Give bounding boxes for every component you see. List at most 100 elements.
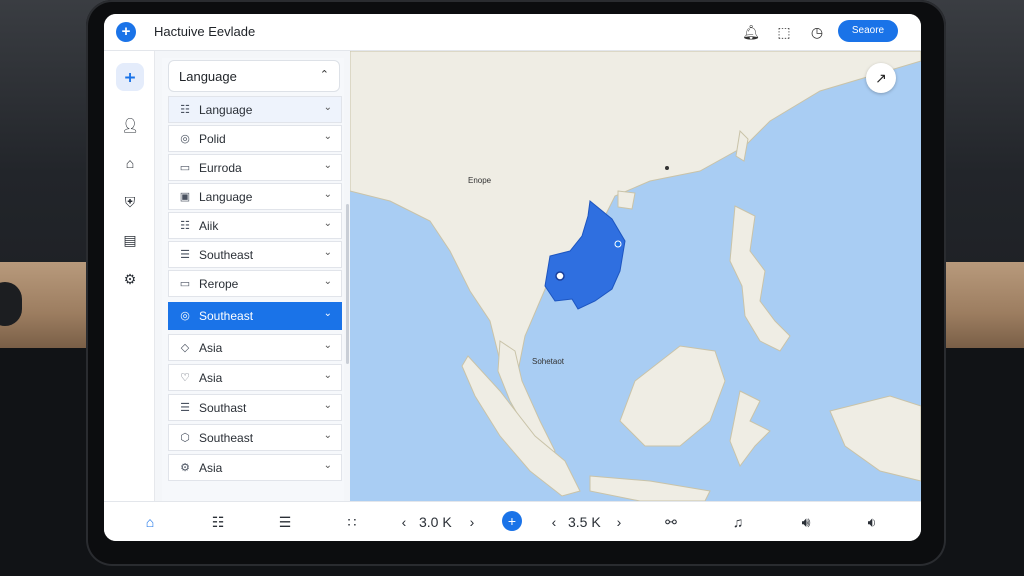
list-item-label: Polid (199, 132, 226, 146)
chevron-down-icon: ⌄ (323, 460, 332, 471)
highlight-marker (555, 271, 565, 281)
list-item[interactable]: ☰ Southeast ⌄ (168, 241, 342, 268)
list-item[interactable]: ⬡ Southeast ⌄ (168, 424, 342, 451)
map-label-south: Sohetaot (532, 357, 565, 366)
list-item[interactable]: ☰ Southast ⌄ (168, 394, 342, 421)
chevron-down-icon: ⌄ (323, 276, 332, 287)
chevron-down-icon: ⌄ (323, 160, 332, 171)
list-item[interactable]: ▣ Language ⌄ (168, 183, 342, 210)
chevron-up-icon: ⌃ (319, 69, 329, 81)
map-canvas (350, 51, 921, 501)
chevron-down-icon: ⌄ (323, 189, 332, 200)
doc-icon: ☰ (180, 249, 190, 261)
list-item-label: Southast (199, 401, 247, 415)
list-item[interactable]: ♡ Asia ⌄ (168, 364, 342, 391)
list-item-label: Southeast (199, 248, 254, 262)
home-icon[interactable]: ⌂ (140, 513, 160, 531)
grid-icon: ☷ (180, 220, 190, 232)
translate-icon: ☷ (180, 104, 190, 116)
list-item[interactable]: ☷ Language ⌄ (168, 96, 342, 123)
chevron-left-icon[interactable]: ‹ (394, 513, 414, 531)
rail-add-icon[interactable]: ➕︎ (116, 63, 144, 91)
list-item-label: Language (199, 103, 253, 117)
diamond-icon: ◇ (180, 342, 190, 354)
list-item[interactable]: ▭ Rerope ⌄ (168, 270, 342, 297)
globe-icon: ◎ (180, 310, 190, 322)
list-item-label: Asia (199, 341, 223, 355)
app-header: + Hactuive Eevlade 🔔︎ ⬚ ◷ Seaore (104, 14, 921, 51)
chevron-down-icon: ⌄ (323, 430, 332, 441)
pin-icon: ◎ (180, 133, 190, 145)
primary-action-button[interactable]: Seaore (838, 20, 898, 42)
hex-icon: ⬡ (180, 432, 190, 444)
chevron-right-icon[interactable]: › (462, 513, 482, 531)
heart-icon: ♡ (180, 372, 190, 384)
apps-grid-icon[interactable]: ☷ (208, 513, 228, 531)
list-item-label: Southeast (199, 431, 254, 445)
land-sulawesi (729, 390, 771, 468)
center-add-icon[interactable]: + (502, 511, 522, 531)
chevron-down-icon: ⌄ (323, 102, 332, 113)
chevron-down-icon: ⌄ (323, 400, 332, 411)
bottom-bar: ⌂ ☷ ☰ ∷ ‹ 3.0 K › + ‹ 3.5 K › ⚯ ♫ 🔊︎ 🔉︎ (104, 501, 921, 541)
app-logo-icon: + (116, 22, 136, 42)
card-icon: ▭ (179, 278, 191, 290)
value-right: 3.5 K (568, 514, 601, 530)
rail-settings-icon[interactable]: ⚙ (118, 267, 142, 291)
land-east-islands (829, 395, 921, 482)
chevron-down-icon: ⌄ (323, 218, 332, 229)
list-item[interactable]: ☷ Aiik ⌄ (168, 212, 342, 239)
chevron-down-icon: ⌄ (323, 340, 332, 351)
language-panel: Language ⌃ ☷ Language ⌄ ◎ Polid ⌄ ▭ Eurr… (162, 58, 344, 502)
app-title: Hactuive Eevlade (154, 24, 256, 39)
chevron-left-icon[interactable]: ‹ (544, 513, 564, 531)
rail-card-icon[interactable]: ▤ (118, 228, 142, 252)
screen-icon: ▭ (179, 162, 191, 174)
map-label-north: Enope (468, 176, 492, 185)
list-item-label: Southeast (199, 309, 254, 323)
panel-header-label: Language (179, 69, 237, 84)
list-item-label: Eurroda (199, 161, 242, 175)
list-item-label: Asia (199, 461, 223, 475)
chevron-down-icon: ⌄ (323, 131, 332, 142)
route-icon[interactable]: ∷ (342, 513, 362, 531)
map-view[interactable]: Enope Sohetaot ↗ (350, 51, 921, 501)
music-icon[interactable]: ♫ (728, 513, 748, 531)
list-item-label: Language (199, 190, 253, 204)
chevron-down-icon: ⌄ (323, 308, 332, 319)
clock-icon[interactable]: ◷ (807, 22, 827, 42)
land-java (589, 475, 711, 501)
bell-icon[interactable]: 🔔︎ (741, 22, 761, 42)
land-hainan (617, 190, 636, 210)
tablet-screen: + Hactuive Eevlade 🔔︎ ⬚ ◷ Seaore ➕︎ 👤︎ ⌂… (104, 14, 921, 541)
gear-icon: ⚙ (180, 462, 190, 474)
compass-arrow-icon[interactable]: ↗ (866, 63, 896, 93)
doc-icon: ☰ (180, 402, 190, 414)
document-icon[interactable]: ☰ (275, 513, 295, 531)
chevron-down-icon: ⌄ (323, 247, 332, 258)
screen-icon[interactable]: ⬚ (774, 22, 794, 42)
side-rail: ➕︎ 👤︎ ⌂ ⛨ ▤ ⚙ (104, 51, 155, 501)
link-icon[interactable]: ⚯ (661, 513, 681, 531)
panel-icon: ▣ (179, 191, 191, 203)
panel-scrollbar[interactable] (346, 204, 349, 364)
list-item-label: Asia (199, 371, 223, 385)
location-pin (614, 240, 622, 248)
list-item-selected[interactable]: ◎ Southeast ⌄ (168, 302, 342, 330)
volume-low-icon[interactable]: 🔉︎ (862, 513, 882, 531)
chevron-right-icon[interactable]: › (609, 513, 629, 531)
list-item[interactable]: ◎ Polid ⌄ (168, 125, 342, 152)
rail-person-icon[interactable]: 👤︎ (118, 113, 142, 137)
list-item[interactable]: ⚙ Asia ⌄ (168, 454, 342, 481)
land-mainland (350, 51, 921, 393)
panel-dropdown-header[interactable]: Language ⌃ (168, 60, 340, 92)
chevron-down-icon: ⌄ (323, 370, 332, 381)
rail-shield-icon[interactable]: ⛨ (118, 190, 142, 214)
land-borneo (619, 345, 726, 447)
volume-high-icon[interactable]: 🔊︎ (796, 513, 816, 531)
list-item[interactable]: ◇ Asia ⌄ (168, 334, 342, 361)
list-item-label: Rerope (199, 277, 239, 291)
list-item[interactable]: ▭ Eurroda ⌄ (168, 154, 342, 181)
list-item-label: Aiik (199, 219, 219, 233)
rail-home-icon[interactable]: ⌂ (118, 151, 142, 175)
